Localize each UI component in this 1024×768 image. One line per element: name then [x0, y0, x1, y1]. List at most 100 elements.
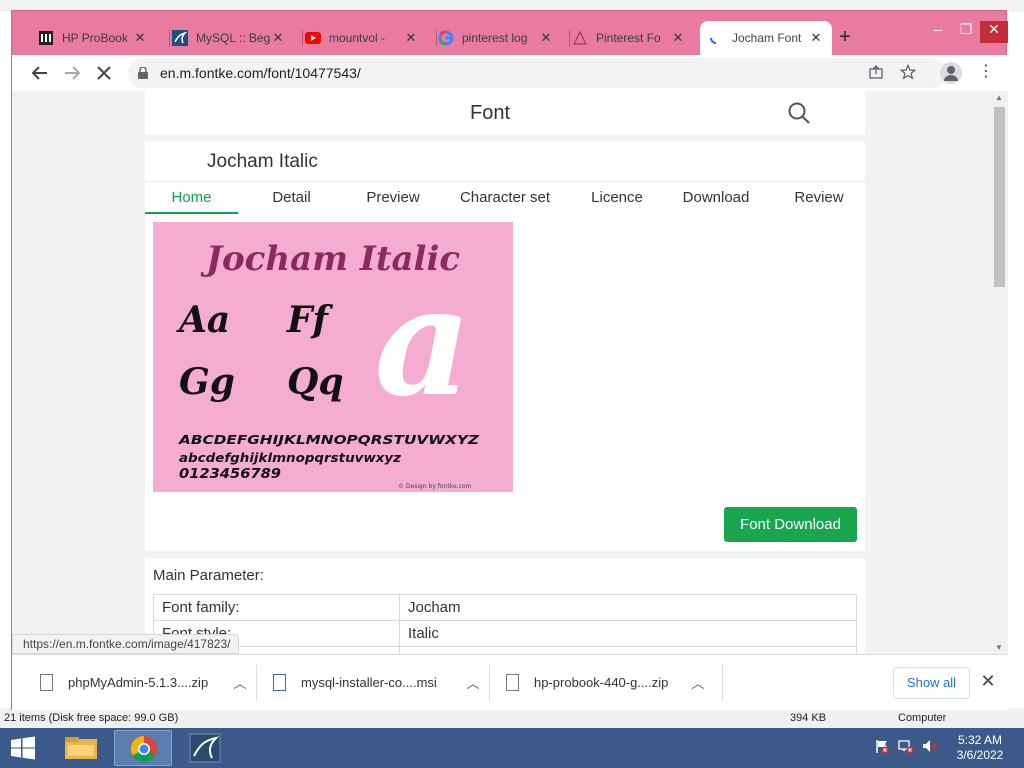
tab-pinterest-login[interactable]: pinterest log ✕ — [430, 21, 562, 55]
chrome-window: HP ProBook ✕ MySQL :: Beg ✕ mountvol - ✕… — [11, 10, 1008, 710]
nav-tab-home[interactable]: Home — [145, 189, 238, 206]
scroll-down-arrow-icon[interactable]: ▼ — [995, 643, 1003, 652]
network-icon[interactable] — [898, 738, 914, 757]
download-item[interactable]: hp-probook-440-g....zip ︿ — [490, 655, 722, 711]
active-tab-indicator — [145, 212, 238, 214]
tab-mountvol[interactable]: mountvol - ✕ — [297, 21, 427, 55]
profile-avatar-icon[interactable] — [940, 62, 962, 84]
chevron-up-icon[interactable]: ︿ — [690, 673, 706, 692]
file-icon — [506, 674, 519, 691]
windows-start-icon[interactable] — [0, 728, 46, 768]
download-filename: phpMyAdmin-5.1.3....zip — [68, 675, 209, 690]
downloads-shelf: phpMyAdmin-5.1.3....zip ︿ mysql-installe… — [12, 654, 1008, 710]
download-filename: mysql-installer-co....msi — [301, 675, 437, 690]
download-item[interactable]: mysql-installer-co....msi ︿ — [257, 655, 489, 711]
volume-muted-icon[interactable] — [922, 738, 938, 757]
preview-lowercase: abcdefghijklmnopqrstuvwxyz — [179, 450, 402, 465]
close-tab-icon[interactable]: ✕ — [670, 30, 686, 46]
pinterest-icon — [572, 30, 588, 46]
main-parameter-title: Main Parameter: — [153, 567, 264, 584]
mysql-workbench-taskbar-icon[interactable] — [176, 730, 234, 766]
preview-credit: © Design by fontke.com — [398, 483, 472, 490]
installer-icon — [273, 674, 286, 691]
share-icon[interactable] — [866, 64, 886, 84]
param-value: Italic — [399, 620, 857, 647]
clock-time: 5:32 AM — [957, 733, 1003, 747]
download-filename: hp-probook-440-g....zip — [534, 675, 669, 690]
lock-icon[interactable] — [138, 66, 148, 79]
new-tab-button[interactable]: + — [834, 27, 856, 49]
chevron-up-icon[interactable]: ︿ — [465, 673, 481, 692]
preview-big-glyph: a — [374, 254, 471, 430]
font-nav-tabs: Home Detail Preview Character set Licenc… — [145, 182, 865, 215]
param-value — [399, 646, 857, 654]
back-arrow-icon[interactable] — [28, 61, 52, 85]
tab-label: mountvol - — [329, 31, 386, 45]
explorer-item-count: 21 items (Disk free space: 99.0 GB) — [4, 712, 179, 724]
close-shelf-icon[interactable]: ✕ — [978, 671, 998, 692]
font-preview-image[interactable]: Jocham Italic Aa Ff Gg Qq a ABCDEFGHIJKL… — [153, 222, 513, 492]
background-explorer-statusbar: 21 items (Disk free space: 99.0 GB) 394 … — [0, 708, 1024, 728]
bank-icon — [38, 30, 54, 46]
close-tab-icon[interactable]: ✕ — [270, 30, 286, 46]
file-explorer-taskbar-icon[interactable] — [52, 730, 110, 766]
font-name-heading: Jocham Italic — [207, 151, 318, 172]
nav-tab-download[interactable]: Download — [671, 189, 761, 206]
preview-glyph-ff: Ff — [286, 299, 334, 341]
close-window-button[interactable]: ✕ — [980, 21, 1008, 43]
preview-glyph-gg: Gg — [179, 361, 235, 403]
nav-tab-review[interactable]: Review — [775, 189, 863, 206]
chevron-up-icon[interactable]: ︿ — [232, 673, 248, 692]
download-item[interactable]: phpMyAdmin-5.1.3....zip ︿ — [24, 655, 256, 711]
search-icon[interactable] — [787, 101, 811, 125]
bookmark-star-icon[interactable] — [898, 63, 918, 84]
preview-uppercase: ABCDEFGHIJKLMNOPQRSTUVWXYZ — [178, 432, 480, 447]
tab-jocham-font[interactable]: Jocham Font ✕ — [700, 21, 832, 55]
nav-tab-licence[interactable]: Licence — [569, 189, 665, 206]
show-all-downloads-button[interactable]: Show all — [893, 667, 970, 699]
font-download-button[interactable]: Font Download — [724, 507, 857, 542]
youtube-icon — [305, 30, 321, 46]
main-parameter-card: Main Parameter: Font family: Jocham Font… — [145, 558, 865, 654]
scroll-up-arrow-icon[interactable]: ▲ — [995, 93, 1003, 102]
tab-pinterest-font[interactable]: Pinterest Fo ✕ — [564, 21, 694, 55]
parameter-table: Font family: Jocham Font style: Italic — [153, 594, 857, 654]
preview-digits: 0123456789 — [179, 467, 281, 482]
tab-hp-probook[interactable]: HP ProBook ✕ — [30, 21, 156, 55]
forward-arrow-icon[interactable] — [60, 61, 84, 85]
explorer-location: Computer — [898, 712, 947, 724]
system-clock[interactable]: 5:32 AM 3/6/2022 — [940, 733, 1020, 763]
stop-loading-icon[interactable] — [92, 61, 116, 85]
browser-toolbar: en.m.fontke.com/font/10477543/ ⋮ — [12, 55, 1008, 91]
nav-tab-preview[interactable]: Preview — [345, 189, 441, 206]
nav-tab-character-set[interactable]: Character set — [451, 189, 559, 206]
site-title: Font — [469, 102, 511, 124]
url-text[interactable]: en.m.fontke.com/font/10477543/ — [160, 65, 361, 81]
google-icon — [438, 30, 454, 46]
action-center-flag-icon[interactable] — [874, 738, 890, 757]
chrome-taskbar-icon[interactable] — [114, 730, 172, 766]
close-tab-icon[interactable]: ✕ — [808, 30, 824, 46]
close-tab-icon[interactable]: ✕ — [403, 30, 419, 46]
close-tab-icon[interactable]: ✕ — [538, 30, 554, 46]
link-status-tooltip: https://en.m.fontke.com/image/417823/ — [12, 634, 240, 654]
tab-label: pinterest log — [462, 31, 528, 45]
tab-strip: HP ProBook ✕ MySQL :: Beg ✕ mountvol - ✕… — [12, 21, 1008, 55]
address-bar[interactable]: en.m.fontke.com/font/10477543/ — [128, 58, 946, 88]
clock-date: 3/6/2022 — [956, 748, 1004, 762]
nav-tab-detail[interactable]: Detail — [245, 189, 338, 206]
close-tab-icon[interactable]: ✕ — [132, 30, 148, 46]
param-key: Font family: — [153, 594, 400, 621]
loading-icon — [708, 30, 724, 46]
menu-kebab-icon[interactable]: ⋮ — [976, 61, 996, 83]
restore-window-button[interactable]: ❐ — [952, 21, 980, 43]
preview-glyph-aa: Aa — [176, 299, 230, 341]
tab-label: HP ProBook — [62, 31, 128, 45]
page-scrollbar[interactable]: ▲ ▼ — [990, 91, 1008, 654]
scrollbar-thumb[interactable] — [994, 107, 1005, 287]
minimize-window-button[interactable]: – — [924, 21, 952, 43]
site-header: Font — [145, 91, 865, 135]
tab-label: Pinterest Fo — [596, 31, 661, 45]
tab-mysql[interactable]: MySQL :: Beg ✕ — [164, 21, 294, 55]
explorer-size: 394 KB — [790, 712, 827, 724]
